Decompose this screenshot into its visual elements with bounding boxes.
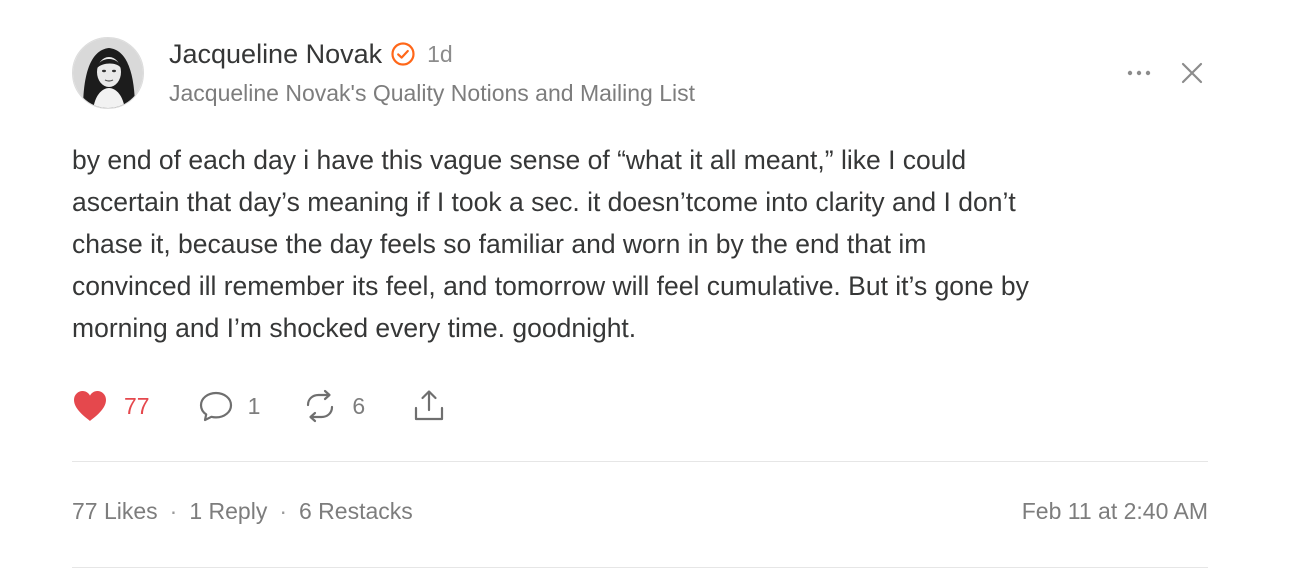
likes-stat-link[interactable]: 77 Likes bbox=[72, 498, 158, 525]
separator-dot: · bbox=[169, 498, 178, 524]
avatar-image bbox=[73, 38, 143, 108]
post-body-line: morning and I’m shocked every time. good… bbox=[72, 313, 637, 343]
verified-check-icon bbox=[390, 41, 416, 67]
publication-name[interactable]: Jacqueline Novak's Quality Notions and M… bbox=[169, 80, 695, 107]
reply-count: 1 bbox=[247, 392, 261, 419]
like-button[interactable]: 77 bbox=[72, 389, 150, 423]
post-time-ago[interactable]: 1d bbox=[427, 41, 453, 68]
post-body-line: by end of each day i have this vague sen… bbox=[72, 145, 967, 175]
restack-icon bbox=[307, 389, 334, 423]
close-button[interactable] bbox=[1178, 59, 1206, 87]
more-options-button[interactable] bbox=[1124, 60, 1156, 86]
separator-dot: · bbox=[279, 498, 287, 524]
author-row: Jacqueline Novak 1d bbox=[169, 36, 453, 72]
post-body-line: convinced ill remember its feel, and tom… bbox=[72, 271, 1029, 301]
post-body-line: ascertain that day’s meaning if I took a… bbox=[72, 187, 1016, 217]
author-avatar[interactable] bbox=[72, 37, 144, 109]
share-button[interactable] bbox=[411, 388, 447, 424]
restack-button[interactable]: 6 bbox=[302, 389, 365, 423]
comment-icon bbox=[199, 391, 232, 422]
posted-date[interactable]: Feb 11 at 2:40 AM bbox=[1022, 498, 1208, 525]
action-bar: 77 1 6 bbox=[72, 386, 447, 426]
divider bbox=[72, 567, 1208, 568]
note-card: Jacqueline Novak 1d Jacqueline Novak's Q… bbox=[0, 0, 1290, 588]
close-icon bbox=[1181, 62, 1203, 84]
like-count: 77 bbox=[124, 392, 150, 419]
restacks-stat-link[interactable]: 6 Restacks bbox=[299, 498, 413, 525]
share-icon bbox=[415, 390, 444, 421]
post-body: by end of each day i have this vague sen… bbox=[72, 139, 1208, 349]
divider bbox=[72, 461, 1208, 462]
engagement-stats: 77 Likes · 1 Reply · 6 Restacks bbox=[72, 498, 413, 525]
post-body-line: chase it, because the day feels so famil… bbox=[72, 229, 927, 259]
replies-stat-link[interactable]: 1 Reply bbox=[189, 498, 267, 525]
author-name[interactable]: Jacqueline Novak bbox=[169, 39, 382, 70]
heart-icon bbox=[74, 391, 106, 421]
reply-button[interactable]: 1 bbox=[198, 389, 261, 423]
more-horizontal-icon bbox=[1127, 70, 1151, 76]
restack-count: 6 bbox=[352, 392, 366, 419]
